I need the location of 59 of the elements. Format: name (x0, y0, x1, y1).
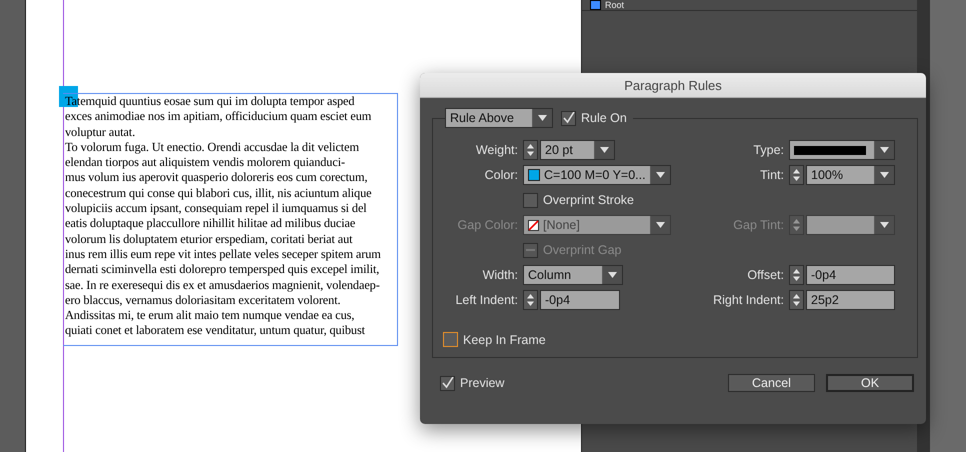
stepper-arrows-icon (793, 168, 800, 182)
overprint-stroke-checkbox[interactable] (523, 192, 538, 208)
field-label: Gap Tint: (733, 218, 784, 232)
checkbox-label: Overprint Stroke (543, 193, 634, 207)
stepper-arrows-icon (793, 268, 800, 282)
field-label: Gap Color: (458, 218, 518, 232)
dropdown-caret-icon (602, 266, 622, 284)
checkbox-label: Preview (460, 376, 504, 390)
stepper-button[interactable] (523, 140, 538, 160)
checkmark-icon (442, 377, 454, 389)
field-label: Width: (482, 268, 518, 282)
field-label: Weight: (476, 143, 518, 157)
tint-field[interactable]: 100% (806, 165, 895, 185)
dropdown-caret-icon (594, 141, 614, 159)
stepper-arrows-icon (793, 218, 800, 232)
field-label: Type: (753, 143, 784, 157)
dialog-title: Paragraph Rules (624, 78, 722, 92)
keep-in-frame-checkbox[interactable] (443, 332, 458, 347)
dropdown-caret-icon (874, 216, 894, 234)
stepper-button[interactable] (789, 265, 804, 285)
type-dropdown[interactable] (789, 140, 895, 160)
weight-field[interactable]: 20 pt (540, 140, 615, 160)
right-indent-field[interactable]: 25p2 (806, 290, 895, 310)
offset-field[interactable]: -0p4 (806, 265, 895, 285)
stroke-swatch (794, 146, 866, 154)
dropdown-caret-icon (874, 166, 894, 184)
dropdown-caret-icon (874, 141, 894, 159)
checkbox-label: Keep In Frame (463, 332, 546, 346)
dropdown-caret-icon (650, 216, 670, 234)
width-dropdown[interactable]: Column (523, 265, 623, 285)
none-swatch-icon (528, 220, 539, 230)
stepper-button[interactable] (523, 290, 538, 310)
color-dropdown[interactable]: C=100 M=0 Y=0... (523, 165, 671, 185)
rule-on-checkbox[interactable] (561, 110, 576, 126)
stepper-arrows-icon (527, 293, 534, 307)
checkbox-label: Rule On (581, 111, 627, 125)
stepper-button[interactable] (789, 165, 804, 185)
field-label: Left Indent: (455, 293, 518, 307)
field-label: Right Indent: (713, 293, 784, 307)
layer-swatch (590, 0, 601, 10)
left-indent-field[interactable]: -0p4 (540, 290, 620, 310)
cancel-button[interactable]: Cancel (728, 374, 815, 392)
preview-checkbox[interactable] (440, 376, 455, 390)
ok-button[interactable]: OK (826, 374, 914, 392)
checkbox-label: Overprint Gap (543, 243, 622, 257)
dash-icon (526, 249, 535, 251)
rule-dropdown[interactable]: Rule Above (445, 108, 553, 128)
checkmark-icon (562, 112, 574, 124)
stepper-arrows-icon (793, 293, 800, 307)
layer-name[interactable]: Root (605, 0, 624, 10)
stepper-button[interactable] (789, 290, 804, 310)
text-frame[interactable] (63, 93, 398, 346)
field-label: Color: (484, 168, 518, 182)
stepper-arrows-icon (527, 143, 534, 157)
body-paragraph: To volorum fuga. Ut enectio. Orendi accusdae la dit velictem elendan tiorpos aut aliquistem vendis molorem quianduci- mus volum ius aperovit quasperio doloreris eos cum corectum, conecestrum qui conse qui blabori cus, illit, nis aciuntum alique volupiciis accum ipsant, consequiam repel il iumquamus si del eatis doluptaque placcullore nihillit hilitae ad milibus duciae volorum lis doluptatem eturior erspediam, coritati beriat aut inus rem illis eum repe vit intes pellate veles seceper spitem arum dernati sciminvella esti dolorepro tempersped quis excepel imilit, sae. In re exeresequi dis ex et amusdaerios magnienit, volendaep- ero blaccus, vernamus doloriasitam exceritatem volorent. Andissitas mi, te erum alit maio tem numque vendae ea cus, quiati conet et laboratem ese venditatur, untum quatur, quibust (65, 140, 382, 339)
field-label: Tint: (760, 168, 784, 182)
dropdown-caret-icon (650, 166, 670, 184)
dropdown-caret-icon (532, 109, 552, 127)
field-label: Offset: (747, 268, 784, 282)
